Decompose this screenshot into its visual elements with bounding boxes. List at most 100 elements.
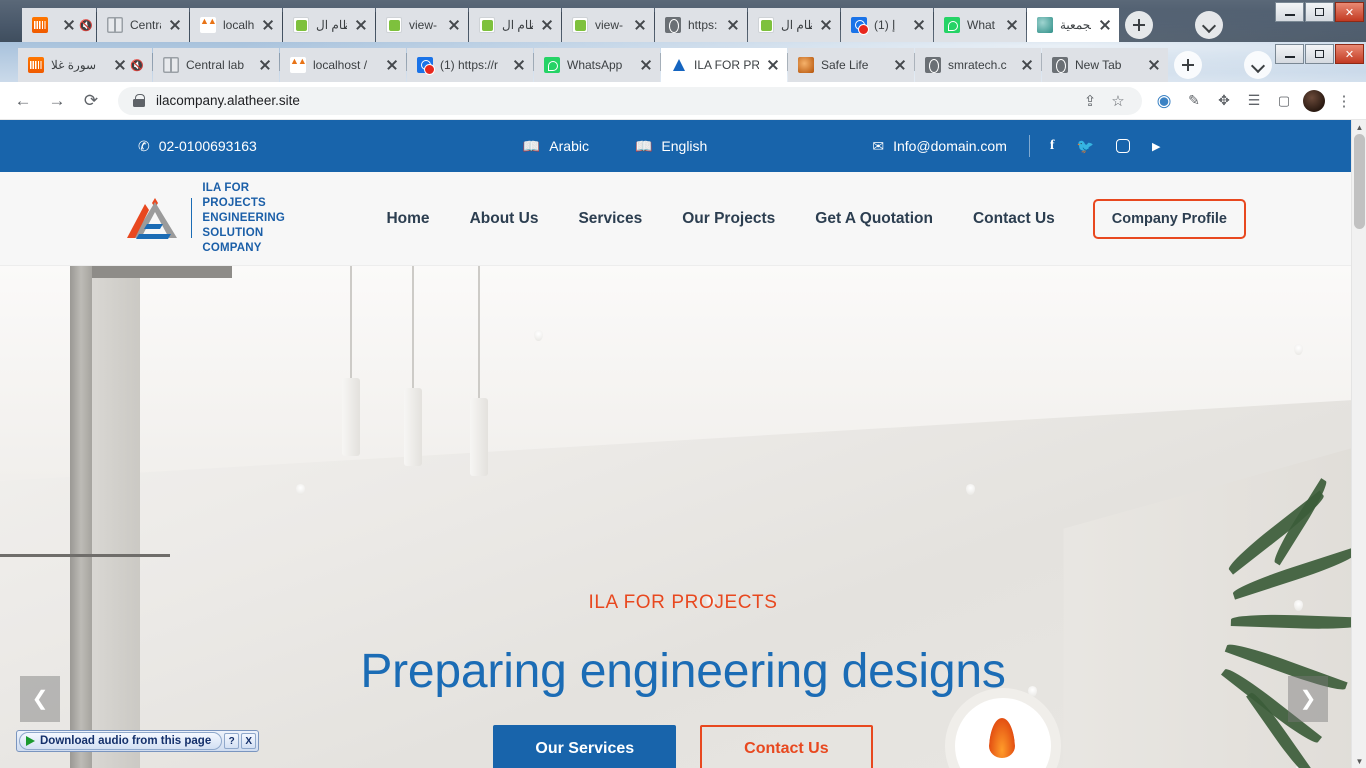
- maximize-button[interactable]: [1305, 44, 1334, 64]
- back-icon[interactable]: ←: [8, 86, 38, 116]
- nav-item-home[interactable]: Home: [386, 210, 429, 228]
- nav-item-about-us[interactable]: About Us: [470, 210, 539, 228]
- nav-item-services[interactable]: Services: [578, 210, 642, 228]
- close-icon[interactable]: [446, 17, 462, 33]
- browser-tab[interactable]: view-: [562, 8, 654, 42]
- nav-item-get-a-quotation[interactable]: Get A Quotation: [815, 210, 933, 228]
- browser-tab[interactable]: الجمعية: [1027, 8, 1119, 42]
- browser-tab[interactable]: 🔇سورة غلا: [18, 48, 152, 82]
- close-icon[interactable]: [892, 57, 908, 73]
- language-arabic[interactable]: 📖 Arabic: [523, 138, 589, 155]
- bookmark-star-icon[interactable]: ☆: [1104, 87, 1132, 115]
- browser-tab[interactable]: What: [934, 8, 1026, 42]
- close-icon[interactable]: [632, 17, 648, 33]
- browser-tab[interactable]: (1) https://r: [407, 48, 533, 82]
- phone-block[interactable]: ✆ 02-0100693163: [138, 138, 257, 155]
- scroll-up-icon[interactable]: ▲: [1352, 120, 1366, 134]
- browser-tab[interactable]: Central lab: [153, 48, 279, 82]
- email-block[interactable]: ✉ Info@domain.com: [872, 138, 1007, 155]
- facebook-icon[interactable]: f: [1050, 138, 1055, 154]
- close-icon[interactable]: [765, 57, 781, 73]
- close-icon[interactable]: [167, 17, 183, 33]
- download-widget-help-button[interactable]: ?: [224, 733, 240, 749]
- reading-list-icon[interactable]: ☰: [1240, 87, 1268, 115]
- mute-icon[interactable]: 🔇: [130, 59, 144, 72]
- browser-tab[interactable]: ILA FOR PR: [661, 48, 787, 82]
- close-icon[interactable]: [539, 17, 555, 33]
- browser-tab[interactable]: view-: [376, 8, 468, 42]
- instagram-icon[interactable]: [1116, 139, 1130, 153]
- browser-tab[interactable]: نظام ال: [283, 8, 375, 42]
- company-profile-button[interactable]: Company Profile: [1092, 198, 1246, 239]
- page-scrollbar[interactable]: ▲ ▼: [1351, 120, 1366, 768]
- sidepanel-icon[interactable]: ▢: [1270, 87, 1298, 115]
- close-icon[interactable]: [911, 17, 927, 33]
- download-audio-button[interactable]: Download audio from this page: [19, 732, 223, 750]
- scrollbar-thumb[interactable]: [1354, 134, 1365, 229]
- background-window-tabstrip[interactable]: 🔇سورة غلا Centra localh نظام ال view- نظام ال…: [22, 0, 1223, 42]
- browser-menu-icon[interactable]: ⋮: [1330, 87, 1358, 115]
- tab-search-button[interactable]: [1195, 11, 1223, 39]
- minimize-button[interactable]: [1275, 44, 1304, 64]
- browser-tab[interactable]: localh: [190, 8, 282, 42]
- close-icon[interactable]: [638, 57, 654, 73]
- close-icon[interactable]: [112, 57, 128, 73]
- reload-icon[interactable]: ⟳: [76, 86, 106, 116]
- browser-tab[interactable]: 🔇سورة غلا: [22, 8, 96, 42]
- hero-title: Preparing engineering designs: [360, 645, 1006, 698]
- close-icon[interactable]: [257, 57, 273, 73]
- close-icon[interactable]: [353, 17, 369, 33]
- our-services-button[interactable]: Our Services: [493, 725, 677, 768]
- nav-item-contact-us[interactable]: Contact Us: [973, 210, 1055, 228]
- topbar-divider: [1028, 135, 1030, 157]
- carousel-next-button[interactable]: ❯: [1288, 676, 1328, 722]
- browser-tab[interactable]: New Tab: [1042, 48, 1168, 82]
- nav-item-our-projects[interactable]: Our Projects: [682, 210, 775, 228]
- browser-tab[interactable]: smratech.c: [915, 48, 1041, 82]
- avatar[interactable]: [1300, 87, 1328, 115]
- close-icon[interactable]: [61, 17, 77, 33]
- browser-tab[interactable]: Centra: [97, 8, 189, 42]
- minimize-button[interactable]: [1275, 2, 1304, 22]
- mouse-gesture-icon[interactable]: ✎: [1180, 87, 1208, 115]
- new-tab-button[interactable]: [1174, 51, 1202, 79]
- new-tab-button[interactable]: [1125, 11, 1153, 39]
- mute-icon[interactable]: 🔇: [79, 19, 93, 32]
- share-icon[interactable]: ⇪: [1076, 87, 1104, 115]
- maximize-button[interactable]: [1305, 2, 1334, 22]
- browser-tab[interactable]: https:: [655, 8, 747, 42]
- close-icon[interactable]: [725, 17, 741, 33]
- browser-tab[interactable]: نظام ال: [469, 8, 561, 42]
- browser-tab[interactable]: إ (1): [841, 8, 933, 42]
- close-icon[interactable]: [1004, 17, 1020, 33]
- browser-tab[interactable]: localhost /: [280, 48, 406, 82]
- adblock-icon[interactable]: ◉: [1150, 87, 1178, 115]
- youtube-icon[interactable]: ▶: [1152, 140, 1160, 153]
- puzzle-extensions-icon[interactable]: ✥: [1210, 87, 1238, 115]
- browser-tabstrip[interactable]: 🔇 سورة غلا Central lab localhost / (1) https…: [18, 42, 1272, 82]
- close-icon[interactable]: [1097, 17, 1113, 33]
- browser-tab[interactable]: Safe Life: [788, 48, 914, 82]
- twitter-icon[interactable]: 🐦: [1077, 138, 1094, 155]
- email-address: Info@domain.com: [893, 138, 1007, 154]
- address-bar[interactable]: ilacompany.alatheer.site ⇪ ☆: [118, 86, 1142, 115]
- browser-tab[interactable]: نظام ال: [748, 8, 840, 42]
- language-english[interactable]: 📖 English: [635, 138, 707, 155]
- download-widget-close-button[interactable]: X: [241, 733, 257, 749]
- contact-us-button[interactable]: Contact Us: [700, 725, 873, 768]
- browser-tab[interactable]: WhatsApp: [534, 48, 660, 82]
- close-icon[interactable]: [384, 57, 400, 73]
- close-icon[interactable]: [1146, 57, 1162, 73]
- carousel-prev-button[interactable]: ❮: [20, 676, 60, 722]
- close-icon[interactable]: [260, 17, 276, 33]
- scroll-down-icon[interactable]: ▼: [1352, 754, 1366, 768]
- close-icon[interactable]: [511, 57, 527, 73]
- close-icon[interactable]: [1019, 57, 1035, 73]
- close-button[interactable]: ✕: [1335, 2, 1364, 22]
- tab-search-button[interactable]: [1244, 51, 1272, 79]
- close-icon[interactable]: [818, 17, 834, 33]
- site-logo[interactable]: ILA FOR PROJECTS ENGINEERING SOLUTION CO…: [125, 181, 300, 257]
- forward-icon[interactable]: →: [42, 86, 72, 116]
- download-audio-widget[interactable]: Download audio from this page ? X: [16, 730, 260, 752]
- close-button[interactable]: ✕: [1335, 44, 1364, 64]
